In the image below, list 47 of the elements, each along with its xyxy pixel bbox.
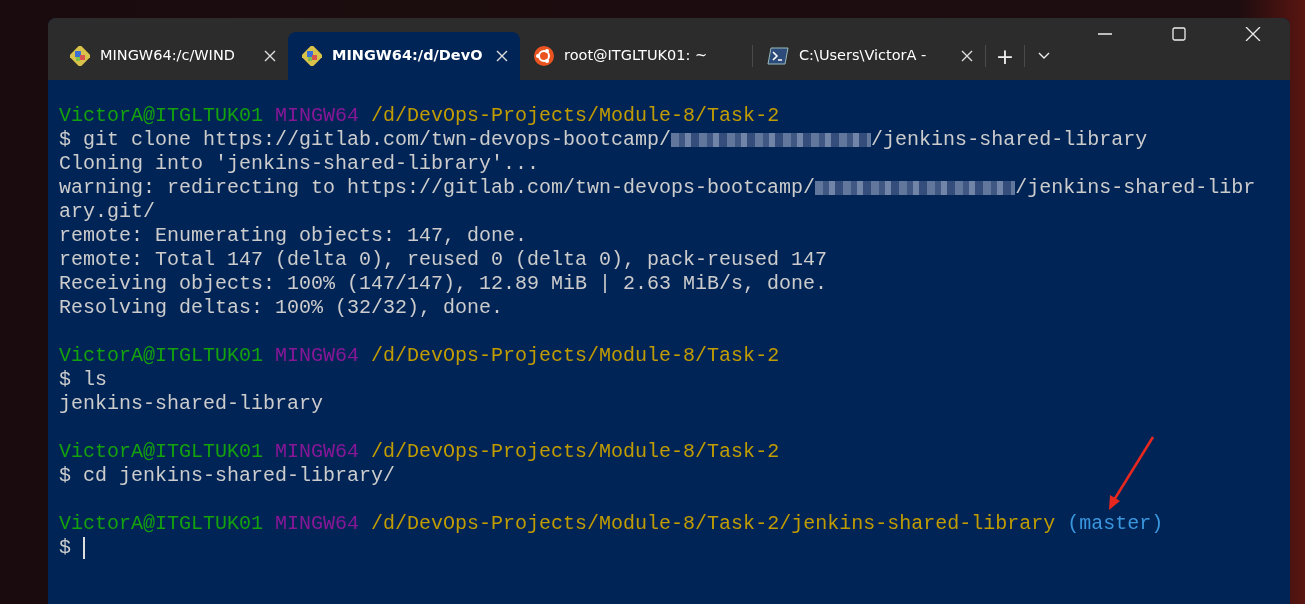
tab-label: MINGW64:/d/DevO [332, 46, 484, 66]
tab-label: root@ITGLTUK01: ~ [564, 46, 709, 66]
terminal-text: $ ls [59, 368, 107, 392]
terminal-text: ary.git/ [59, 200, 155, 224]
terminal-text: Receiving objects: 100% (147/147), 12.89 MiB | 2.63 MiB/s, done. [59, 272, 828, 296]
prompt-path: /d/DevOps-Projects/Module-8/Task-2 [371, 344, 780, 368]
prompt-user: VictorA@ITGLTUK01 [59, 512, 264, 536]
new-tab-button[interactable]: + [986, 32, 1024, 80]
prompt-icon [767, 47, 789, 65]
terminal-tab[interactable]: MINGW64:/c/WIND [56, 32, 288, 80]
prompt-user: VictorA@ITGLTUK01 [59, 440, 264, 464]
terminal-text: $ [59, 536, 71, 560]
terminal-tab[interactable]: MINGW64:/d/DevO [288, 32, 520, 80]
terminal-text: Cloning into 'jenkins-shared-library'... [59, 152, 540, 176]
maximize-icon [1171, 27, 1187, 41]
prompt-system: MINGW64 [275, 440, 360, 464]
chevron-down-icon [1038, 52, 1050, 60]
tab-label: C:\Users\VictorA - [799, 46, 928, 66]
close-icon [1245, 27, 1261, 41]
terminal-text: /jenkins-shared-libr [1015, 176, 1256, 200]
prompt-system: MINGW64 [275, 512, 360, 536]
terminal-text: $ cd jenkins-shared-library/ [59, 464, 396, 488]
prompt-path: /d/DevOps-Projects/Module-8/Task-2/jenkins-shared-library [371, 512, 1056, 536]
terminal-text: remote: Total 147 (delta 0), reused 0 (delta 0), pack-reused 147 [59, 248, 828, 272]
prompt-user: VictorA@ITGLTUK01 [59, 104, 264, 128]
git-branch: (master) [1067, 512, 1164, 536]
circle-logo-icon [534, 46, 554, 66]
prompt-path: /d/DevOps-Projects/Module-8/Task-2 [371, 104, 780, 128]
text-cursor [83, 537, 85, 559]
terminal-text: jenkins-shared-library [59, 392, 324, 416]
terminal-tab[interactable]: root@ITGLTUK01: ~ [520, 32, 752, 80]
terminal-text: $ git clone https://gitlab.com/twn-devops-bootcamp/ [59, 128, 672, 152]
prompt-system: MINGW64 [275, 104, 360, 128]
tab-label: MINGW64:/c/WIND [100, 46, 236, 66]
terminal-text: /jenkins-shared-library [871, 128, 1148, 152]
close-icon[interactable] [961, 50, 973, 62]
terminal-tab[interactable]: C:\Users\VictorA - [753, 32, 985, 80]
terminal-text: Resolving deltas: 100% (32/32), done. [59, 296, 504, 320]
close-icon[interactable] [496, 50, 508, 62]
prompt-user: VictorA@ITGLTUK01 [59, 344, 264, 368]
tile-icon [70, 46, 90, 66]
prompt-system: MINGW64 [275, 344, 360, 368]
close-icon[interactable] [264, 50, 276, 62]
terminal-text: warning: redirecting to https://gitlab.com/twn-devops-bootcamp/ [59, 176, 816, 200]
terminal-text: remote: Enumerating objects: 147, done. [59, 224, 528, 248]
prompt-path: /d/DevOps-Projects/Module-8/Task-2 [371, 440, 780, 464]
tile-icon [302, 46, 322, 66]
